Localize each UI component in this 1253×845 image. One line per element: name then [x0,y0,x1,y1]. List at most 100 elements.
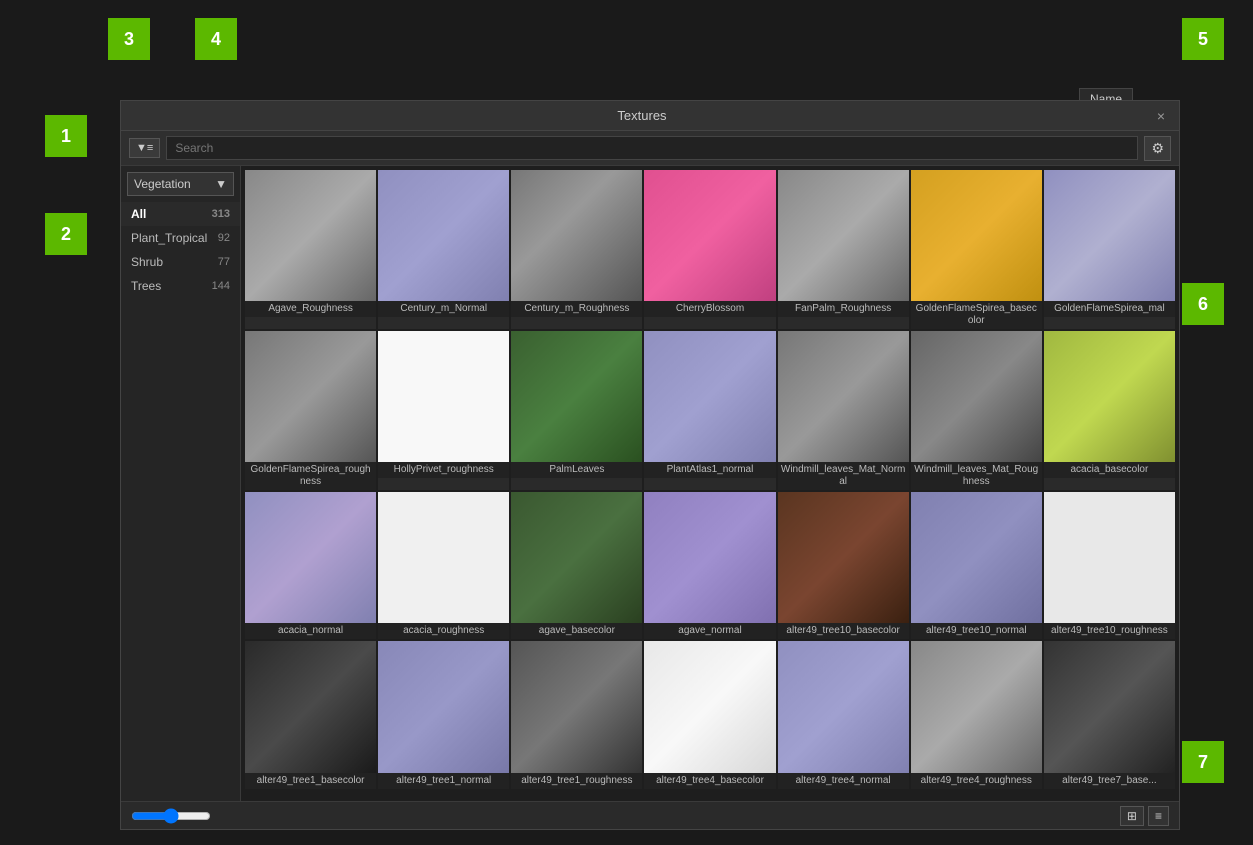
sidebar: Vegetation ▼ All 313 Plant_Tropical 92 S… [121,166,241,801]
texture-thumbnail [511,331,642,462]
texture-name: alter49_tree10_roughness [1044,623,1175,639]
close-button[interactable]: × [1153,108,1169,124]
list-item[interactable]: Windmill_leaves_Mat_Normal [778,331,909,490]
texture-grid-area[interactable]: Agave_Roughness Century_m_Normal Century… [241,166,1179,801]
sidebar-item-label: Shrub [131,255,163,269]
list-item[interactable]: agave_basecolor [511,492,642,639]
list-item[interactable]: FanPalm_Roughness [778,170,909,329]
sidebar-item-shrub[interactable]: Shrub 77 [121,250,240,274]
bottom-bar: ⊞ ≡ [121,801,1179,829]
texture-name: acacia_normal [245,623,376,639]
list-item[interactable]: Windmill_leaves_Mat_Roughness [911,331,1042,490]
texture-name: alter49_tree4_normal [778,773,909,789]
list-item[interactable]: PlantAtlas1_normal [644,331,775,490]
list-icon: ≡ [1155,809,1162,823]
content-area: Vegetation ▼ All 313 Plant_Tropical 92 S… [121,166,1179,801]
list-item[interactable]: alter49_tree10_roughness [1044,492,1175,639]
texture-thumbnail [911,331,1042,462]
list-item[interactable]: alter49_tree10_basecolor [778,492,909,639]
list-view-button[interactable]: ≡ [1148,806,1169,826]
texture-thumbnail [511,641,642,772]
texture-thumbnail [644,492,775,623]
texture-thumbnail [1044,641,1175,772]
texture-thumbnail [1044,170,1175,301]
list-item[interactable]: GoldenFlameSpirea_roughness [245,331,376,490]
texture-name: Century_m_Roughness [511,301,642,317]
texture-name: Windmill_leaves_Mat_Roughness [911,462,1042,490]
list-item[interactable]: Century_m_Normal [378,170,509,329]
window-title: Textures [131,108,1153,123]
size-slider[interactable] [131,808,211,824]
texture-thumbnail [644,170,775,301]
settings-button[interactable]: ⚙ [1144,136,1171,161]
toolbar: ▼≡ ⚙ [121,131,1179,166]
texture-thumbnail [1044,331,1175,462]
sidebar-item-label: Trees [131,279,161,293]
category-label: Vegetation [134,177,191,191]
sidebar-item-all[interactable]: All 313 [121,202,240,226]
texture-thumbnail [378,641,509,772]
gear-icon: ⚙ [1151,140,1164,156]
list-item[interactable]: Century_m_Roughness [511,170,642,329]
texture-name: agave_basecolor [511,623,642,639]
texture-thumbnail [245,641,376,772]
list-item[interactable]: acacia_basecolor [1044,331,1175,490]
list-item[interactable]: alter49_tree4_basecolor [644,641,775,788]
list-item[interactable]: alter49_tree7_base... [1044,641,1175,788]
texture-thumbnail [911,492,1042,623]
sidebar-item-plant-tropical[interactable]: Plant_Tropical 92 [121,226,240,250]
list-item[interactable]: GoldenFlameSpirea_mal [1044,170,1175,329]
badge-4: 4 [195,18,237,60]
texture-name: GoldenFlameSpirea_basecolor [911,301,1042,329]
search-input[interactable] [166,136,1138,160]
badge-2: 2 [45,213,87,255]
texture-name: Century_m_Normal [378,301,509,317]
texture-thumbnail [1044,492,1175,623]
list-item[interactable]: agave_normal [644,492,775,639]
badge-5: 5 [1182,18,1224,60]
sidebar-item-trees[interactable]: Trees 144 [121,274,240,298]
texture-name: alter49_tree4_roughness [911,773,1042,789]
sidebar-item-count: 77 [218,256,230,268]
list-item[interactable]: alter49_tree4_roughness [911,641,1042,788]
list-item[interactable]: acacia_normal [245,492,376,639]
texture-thumbnail [378,331,509,462]
texture-name: agave_normal [644,623,775,639]
list-item[interactable]: acacia_roughness [378,492,509,639]
list-item[interactable]: Agave_Roughness [245,170,376,329]
texture-name: CherryBlossom [644,301,775,317]
textures-window: Textures × ▼≡ ⚙ Vegetation ▼ All 313 [120,100,1180,830]
title-bar: Textures × [121,101,1179,131]
texture-thumbnail [778,170,909,301]
sidebar-item-count: 144 [212,280,230,292]
filter-button[interactable]: ▼≡ [129,138,160,158]
list-item[interactable]: alter49_tree1_normal [378,641,509,788]
texture-name: alter49_tree10_basecolor [778,623,909,639]
sidebar-item-label: All [131,207,146,221]
list-item[interactable]: alter49_tree10_normal [911,492,1042,639]
texture-name: acacia_roughness [378,623,509,639]
texture-thumbnail [245,170,376,301]
texture-thumbnail [778,492,909,623]
list-item[interactable]: HollyPrivet_roughness [378,331,509,490]
texture-name: PlantAtlas1_normal [644,462,775,478]
texture-thumbnail [778,331,909,462]
list-item[interactable]: alter49_tree4_normal [778,641,909,788]
list-item[interactable]: alter49_tree1_basecolor [245,641,376,788]
list-item[interactable]: PalmLeaves [511,331,642,490]
category-dropdown[interactable]: Vegetation ▼ [127,172,234,196]
badge-6: 6 [1182,283,1224,325]
texture-name: Windmill_leaves_Mat_Normal [778,462,909,490]
texture-name: alter49_tree1_normal [378,773,509,789]
texture-grid: Agave_Roughness Century_m_Normal Century… [243,168,1177,791]
size-slider-container [131,808,211,824]
chevron-down-icon: ▼ [215,177,227,191]
list-item[interactable]: alter49_tree1_roughness [511,641,642,788]
texture-thumbnail [644,331,775,462]
texture-thumbnail [511,492,642,623]
texture-name: GoldenFlameSpirea_mal [1044,301,1175,317]
texture-name: FanPalm_Roughness [778,301,909,317]
list-item[interactable]: GoldenFlameSpirea_basecolor [911,170,1042,329]
list-item[interactable]: CherryBlossom [644,170,775,329]
grid-view-button[interactable]: ⊞ [1120,806,1144,826]
